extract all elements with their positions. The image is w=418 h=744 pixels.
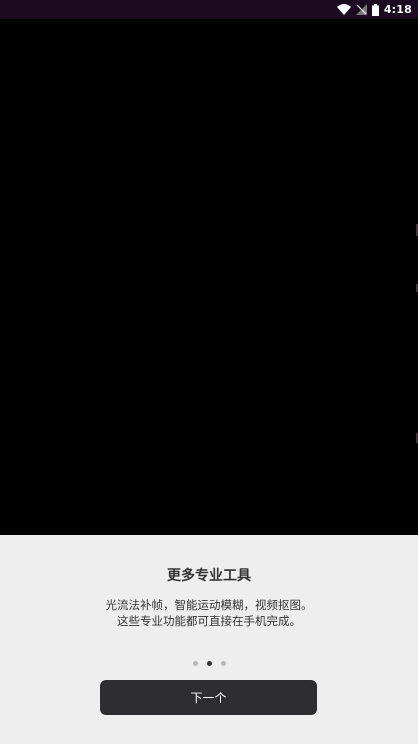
onboarding-title: 更多专业工具 [167, 568, 251, 584]
page-dot-active [206, 661, 212, 666]
page-indicator [0, 661, 418, 666]
onboarding-panel: 更多专业工具 光流法补帧，智能运动模糊，视频抠图。 这些专业功能都可直接在手机完… [0, 535, 418, 744]
onboarding-description: 光流法补帧，智能运动模糊，视频抠图。 这些专业功能都可直接在手机完成。 [0, 597, 418, 629]
status-time: 4:18 [383, 3, 412, 16]
page-dot [192, 661, 198, 666]
next-button-label: 下一个 [190, 691, 227, 705]
description-line: 光流法补帧，智能运动模糊，视频抠图。 [105, 598, 313, 612]
status-bar: 4:18 [0, 0, 418, 19]
next-button[interactable]: 下一个 [100, 680, 317, 715]
video-preview [0, 19, 418, 535]
signal-no-sim-icon [355, 4, 367, 15]
wifi-icon [336, 4, 351, 15]
description-line: 这些专业功能都可直接在手机完成。 [117, 614, 301, 628]
status-icons: 4:18 [336, 0, 412, 19]
page-dot [220, 661, 226, 666]
battery-icon [371, 3, 379, 16]
